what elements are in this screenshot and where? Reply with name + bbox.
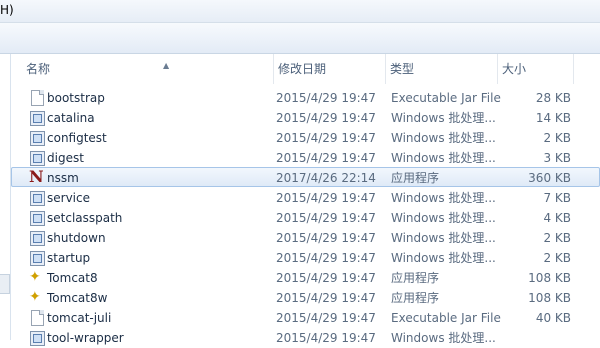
menu-bar: H) [0,0,600,23]
batch-file-icon [29,190,45,206]
tomcat-app-icon: ✦ [29,289,41,305]
file-row[interactable]: ✦ Tomcat8w 2015/4/29 19:47 应用程序 108 KB [11,287,600,307]
file-modified-date: 2017/4/26 22:14 [276,171,376,185]
file-name: service [47,191,90,205]
file-modified-date: 2015/4/29 19:47 [276,151,376,165]
file-size: 7 KB [543,191,571,205]
file-name: bootstrap [47,91,105,105]
file-type: Windows 批处理... [391,251,496,265]
file-size: 2 KB [543,251,571,265]
file-modified-date: 2015/4/29 19:47 [276,251,376,265]
batch-file-icon [29,150,45,166]
column-header-date-label: 修改日期 [278,62,327,76]
file-type: Windows 批处理... [391,191,496,205]
file-name: tool-wrapper [47,331,124,345]
file-name: shutdown [47,231,106,245]
file-name: setclasspath [47,211,123,225]
file-name: catalina [47,111,95,125]
column-header-name-label: 名称 [26,62,51,76]
file-row[interactable]: shutdown 2015/4/29 19:47 Windows 批处理... 2 K… [11,227,600,247]
file-row[interactable]: bootstrap 2015/4/29 19:47 Executable Jar F… [11,87,600,107]
file-modified-date: 2015/4/29 19:47 [276,331,376,345]
batch-file-icon [29,130,45,146]
file-row[interactable]: configtest 2015/4/29 19:47 Windows 批处理... 2… [11,127,600,147]
file-modified-date: 2015/4/29 19:47 [276,271,376,285]
file-name: tomcat-juli [47,311,112,325]
navigation-pane [0,54,11,340]
file-size: 4 KB [543,211,571,225]
file-name: digest [47,151,84,165]
document-icon [29,310,45,326]
sort-ascending-icon: ▲ [163,61,170,70]
file-name: Tomcat8w [47,291,108,305]
file-modified-date: 2015/4/29 19:47 [276,291,376,305]
file-type: Windows 批处理... [391,131,496,145]
batch-file-icon [29,110,45,126]
file-row[interactable]: startup 2015/4/29 19:47 Windows 批处理... 2 KB [11,247,600,267]
file-size: 14 KB [535,111,571,125]
menu-help-fragment[interactable]: H) [0,3,14,17]
column-header-bar: 名称 ▲ 修改日期 类型 大小 [11,54,600,84]
file-size: 28 KB [535,91,571,105]
file-size: 108 KB [528,271,571,285]
column-header-date[interactable]: 修改日期 [274,54,386,84]
column-header-type[interactable]: 类型 [386,54,498,84]
document-icon [29,90,45,106]
file-type: Windows 批处理... [391,151,496,165]
file-type: Windows 批处理... [391,211,496,225]
column-header-size-label: 大小 [502,62,527,76]
file-size: 2 KB [543,231,571,245]
file-size: 108 KB [528,291,571,305]
column-header-type-label: 类型 [390,62,415,76]
file-type: 应用程序 [391,291,440,305]
file-modified-date: 2015/4/29 19:47 [276,91,376,105]
file-name: Tomcat8 [47,271,98,285]
file-row[interactable]: Nnssm 2017/4/26 22:14 应用程序 360 KB [11,167,600,187]
file-size: 360 KB [528,171,571,185]
file-size: 3 KB [543,151,571,165]
file-modified-date: 2015/4/29 19:47 [276,311,376,325]
nssm-app-icon: N [29,167,44,186]
file-type: Windows 批处理... [391,231,496,245]
file-name: startup [47,251,91,265]
file-name: nssm [47,171,79,185]
file-modified-date: 2015/4/29 19:47 [276,231,376,245]
batch-file-icon [29,230,45,246]
file-modified-date: 2015/4/29 19:47 [276,191,376,205]
file-row[interactable]: setclasspath 2015/4/29 19:47 Windows 批处理..… [11,207,600,227]
command-toolbar [0,23,600,54]
file-row[interactable]: service 2015/4/29 19:47 Windows 批处理... 7 KB [11,187,600,207]
navigation-pane-item[interactable] [0,274,10,294]
column-header-size[interactable]: 大小 [498,54,574,84]
batch-file-icon [29,210,45,226]
file-type: 应用程序 [391,171,440,185]
file-size: 40 KB [535,311,571,325]
column-header-name[interactable]: 名称 ▲ [22,54,274,84]
file-type: Windows 批处理... [391,331,496,345]
file-list: bootstrap 2015/4/29 19:47 Executable Jar F… [11,87,600,347]
file-modified-date: 2015/4/29 19:47 [276,111,376,125]
batch-file-icon [29,250,45,266]
file-row[interactable]: tool-wrapper 2015/4/29 19:47 Windows 批处理..… [11,327,600,347]
file-row[interactable]: tomcat-juli 2015/4/29 19:47 Executable Jar… [11,307,600,327]
file-size: 2 KB [543,131,571,145]
file-type: Executable Jar File [391,91,501,105]
file-row[interactable]: ✦ Tomcat8 2015/4/29 19:47 应用程序 108 KB [11,267,600,287]
file-type: 应用程序 [391,271,440,285]
file-type: Windows 批处理... [391,111,496,125]
file-row[interactable]: catalina 2015/4/29 19:47 Windows 批处理... 14 … [11,107,600,127]
file-type: Executable Jar File [391,311,501,325]
file-row[interactable]: digest 2015/4/29 19:47 Windows 批处理... 3 KB [11,147,600,167]
file-modified-date: 2015/4/29 19:47 [276,211,376,225]
batch-file-icon [29,330,45,346]
file-name: configtest [47,131,107,145]
file-modified-date: 2015/4/29 19:47 [276,131,376,145]
tomcat-app-icon: ✦ [29,269,41,285]
